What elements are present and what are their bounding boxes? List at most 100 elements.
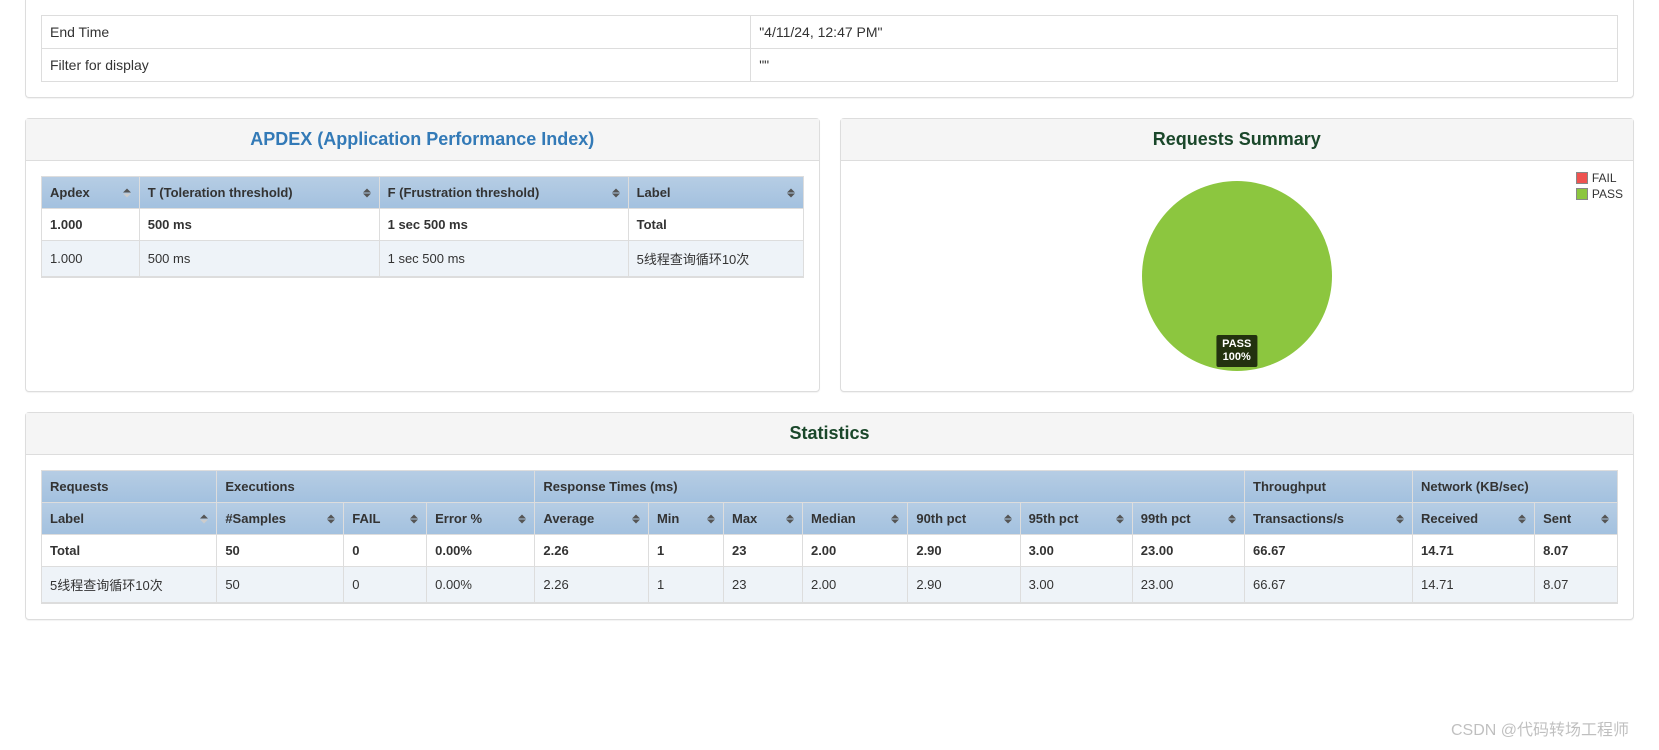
- cell: 1.000: [42, 209, 139, 241]
- sort-icon: [1116, 514, 1124, 523]
- statistics-heading: Statistics: [26, 413, 1633, 455]
- requests-summary-heading: Requests Summary: [841, 119, 1634, 161]
- stats-col-header[interactable]: #Samples: [216, 503, 343, 535]
- cell: 0.00%: [426, 567, 534, 603]
- legend-pass-label: PASS: [1592, 187, 1623, 201]
- cell: 23: [723, 567, 802, 603]
- stats-col-header[interactable]: Received: [1412, 503, 1534, 535]
- pie-label-name: PASS: [1222, 338, 1251, 351]
- stats-col-header[interactable]: Sent: [1534, 503, 1617, 535]
- apdex-col-t[interactable]: T (Toleration threshold): [139, 177, 379, 209]
- stats-col-header[interactable]: Label: [42, 503, 216, 535]
- apdex-col-f-label: F (Frustration threshold): [388, 185, 540, 200]
- cell: 5线程查询循环10次: [628, 241, 803, 277]
- fail-swatch-icon: [1576, 172, 1588, 184]
- param-row: End Time"4/11/24, 12:47 PM": [42, 16, 1618, 49]
- param-value: "": [751, 49, 1618, 82]
- sort-icon: [632, 514, 640, 523]
- cell: 3.00: [1020, 567, 1132, 603]
- pie-slice-label: PASS 100%: [1216, 335, 1257, 367]
- stats-group-requests: Requests: [42, 471, 216, 503]
- stats-col-header[interactable]: Transactions/s: [1244, 503, 1412, 535]
- sort-icon: [518, 514, 526, 523]
- cell: 1: [648, 567, 723, 603]
- watermark: CSDN @代码转场工程师: [1451, 716, 1629, 740]
- sort-icon: [327, 514, 335, 523]
- param-row: Filter for display"": [42, 49, 1618, 82]
- stats-col-header[interactable]: Median: [802, 503, 907, 535]
- cell: Total: [628, 209, 803, 241]
- apdex-col-f[interactable]: F (Frustration threshold): [379, 177, 628, 209]
- cell: 500 ms: [139, 209, 379, 241]
- table-row: 1.000500 ms1 sec 500 ms5线程查询循环10次: [42, 241, 803, 277]
- sort-icon: [1518, 514, 1526, 523]
- cell: 2.00: [802, 567, 907, 603]
- stats-col-header[interactable]: FAIL: [343, 503, 426, 535]
- statistics-table: Requests Executions Response Times (ms) …: [41, 470, 1618, 604]
- apdex-col-apdex-label: Apdex: [50, 185, 90, 200]
- stats-col-header[interactable]: Max: [723, 503, 802, 535]
- stats-col-header[interactable]: 99th pct: [1132, 503, 1244, 535]
- cell: 1 sec 500 ms: [379, 241, 628, 277]
- statistics-panel: Statistics Requests Executions Response …: [25, 412, 1634, 620]
- table-row: Total5000.00%2.261232.002.903.0023.0066.…: [42, 535, 1617, 567]
- stats-col-header[interactable]: 90th pct: [907, 503, 1019, 535]
- sort-icon: [363, 188, 371, 197]
- sort-icon: [200, 514, 208, 523]
- cell: 1: [648, 535, 723, 567]
- sort-icon: [1228, 514, 1236, 523]
- stats-col-header[interactable]: Min: [648, 503, 723, 535]
- test-params-body: End Time"4/11/24, 12:47 PM"Filter for di…: [26, 0, 1633, 97]
- pie-label-pct: 100%: [1222, 351, 1251, 364]
- sort-icon: [1004, 514, 1012, 523]
- pass-swatch-icon: [1576, 188, 1588, 200]
- cell: 2.90: [907, 567, 1019, 603]
- cell: 0: [343, 535, 426, 567]
- test-params-panel: End Time"4/11/24, 12:47 PM"Filter for di…: [25, 0, 1634, 98]
- cell: 500 ms: [139, 241, 379, 277]
- cell: Total: [42, 535, 216, 567]
- apdex-panel: APDEX (Application Performance Index) Ap…: [25, 118, 820, 392]
- cell: 50: [216, 567, 343, 603]
- statistics-title: Statistics: [41, 423, 1618, 444]
- pie-chart[interactable]: PASS 100%: [1142, 181, 1332, 371]
- apdex-col-apdex[interactable]: Apdex: [42, 177, 139, 209]
- sort-icon: [707, 514, 715, 523]
- cell: 23.00: [1132, 567, 1244, 603]
- cell: 2.90: [907, 535, 1019, 567]
- stats-group-executions: Executions: [216, 471, 534, 503]
- requests-summary-chart: FAIL PASS PASS 100%: [841, 161, 1634, 391]
- sort-icon: [787, 188, 795, 197]
- cell: 66.67: [1244, 567, 1412, 603]
- param-value: "4/11/24, 12:47 PM": [751, 16, 1618, 49]
- cell: 1 sec 500 ms: [379, 209, 628, 241]
- sort-icon: [410, 514, 418, 523]
- cell: 3.00: [1020, 535, 1132, 567]
- legend-item-fail[interactable]: FAIL: [1576, 171, 1623, 185]
- cell: 0: [343, 567, 426, 603]
- requests-summary-panel: Requests Summary FAIL PASS PASS 100%: [840, 118, 1635, 392]
- stats-col-header[interactable]: Error %: [426, 503, 534, 535]
- sort-icon: [891, 514, 899, 523]
- apdex-col-label-label: Label: [637, 185, 671, 200]
- sort-icon-asc: [123, 188, 131, 197]
- apdex-heading: APDEX (Application Performance Index): [26, 119, 819, 161]
- mid-row: APDEX (Application Performance Index) Ap…: [25, 118, 1634, 412]
- cell: 50: [216, 535, 343, 567]
- stats-group-throughput: Throughput: [1244, 471, 1412, 503]
- sort-icon: [786, 514, 794, 523]
- cell: 0.00%: [426, 535, 534, 567]
- cell: 2.00: [802, 535, 907, 567]
- apdex-col-label[interactable]: Label: [628, 177, 803, 209]
- legend-item-pass[interactable]: PASS: [1576, 187, 1623, 201]
- sort-icon: [1396, 514, 1404, 523]
- param-label: End Time: [42, 16, 751, 49]
- cell: 2.26: [534, 535, 648, 567]
- param-label: Filter for display: [42, 49, 751, 82]
- stats-col-header[interactable]: Average: [534, 503, 648, 535]
- cell: 66.67: [1244, 535, 1412, 567]
- apdex-body: Apdex T (Toleration threshold) F (Frustr…: [26, 161, 819, 293]
- sort-icon: [1601, 514, 1609, 523]
- sort-icon: [612, 188, 620, 197]
- stats-col-header[interactable]: 95th pct: [1020, 503, 1132, 535]
